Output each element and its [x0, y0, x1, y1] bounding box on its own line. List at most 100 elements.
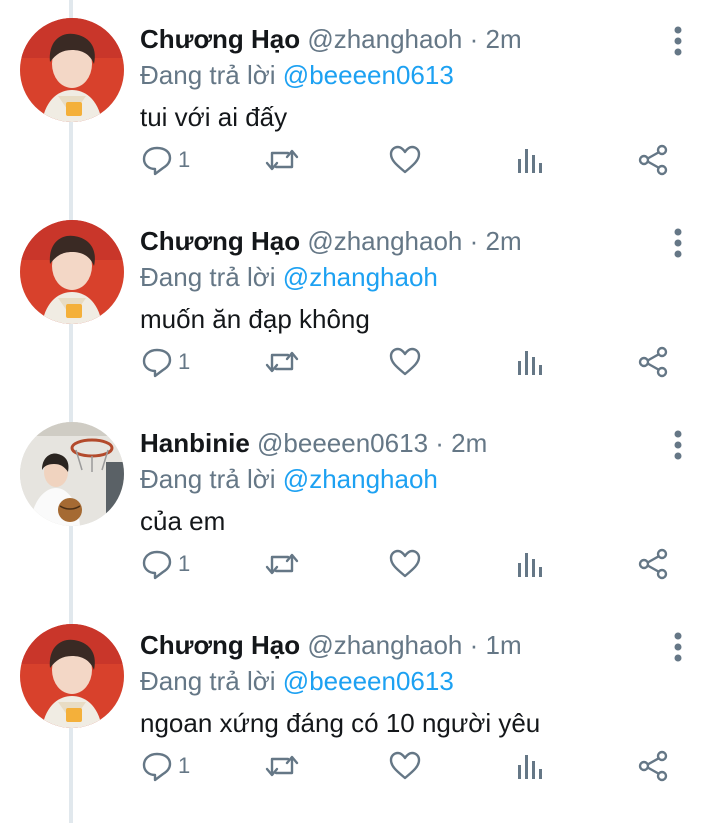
heart-icon: [389, 751, 421, 780]
analytics-icon: [518, 149, 542, 173]
avatar[interactable]: [20, 624, 124, 728]
share-button[interactable]: [636, 342, 670, 382]
separator-dot: ·: [469, 24, 479, 54]
more-vertical-icon: [674, 632, 682, 662]
timestamp[interactable]: 2m: [486, 24, 522, 54]
share-icon: [638, 548, 668, 580]
analytics-icon: [518, 553, 542, 577]
tweet-actions: 1: [0, 544, 720, 584]
separator-dot: ·: [469, 630, 479, 660]
retweet-button[interactable]: [264, 342, 300, 382]
user-handle[interactable]: @beeeen0613: [257, 428, 428, 458]
reply-icon: [142, 752, 172, 782]
timestamp[interactable]: 2m: [451, 428, 487, 458]
retweet-button[interactable]: [264, 140, 300, 180]
tweet-item[interactable]: Hanbinie @beeeen0613 · 2m Đang trả lời @…: [0, 404, 720, 606]
display-name[interactable]: Hanbinie: [140, 428, 250, 458]
replying-to: Đang trả lời @zhanghaoh: [140, 462, 438, 496]
tweet-text: ngoan xứng đáng có 10 người yêu: [140, 708, 541, 738]
reply-icon: [142, 146, 172, 176]
user-handle[interactable]: @zhanghaoh: [307, 24, 462, 54]
retweet-icon: [265, 351, 299, 373]
share-button[interactable]: [636, 140, 670, 180]
heart-icon: [389, 347, 421, 376]
display-name[interactable]: Chương Hạo: [140, 24, 300, 54]
replying-to: Đang trả lời @zhanghaoh: [140, 260, 438, 294]
tweet-item[interactable]: Chương Hạo @zhanghaoh · 1m Đang trả lời …: [0, 606, 720, 808]
tweet-item[interactable]: Chương Hạo @zhanghaoh · 2m Đang trả lời …: [0, 0, 720, 202]
analytics-button[interactable]: [514, 746, 546, 786]
avatar[interactable]: [20, 220, 124, 324]
reply-button[interactable]: 1: [140, 342, 190, 382]
reply-count: 1: [178, 349, 191, 374]
more-options-button[interactable]: [664, 24, 692, 58]
replying-to: Đang trả lời @beeeen0613: [140, 664, 454, 698]
separator-dot: ·: [435, 428, 444, 458]
analytics-button[interactable]: [514, 342, 546, 382]
tweet-header: Hanbinie @beeeen0613 · 2m: [140, 426, 487, 460]
separator-dot: ·: [469, 226, 479, 256]
timestamp[interactable]: 2m: [486, 226, 522, 256]
reply-icon: [142, 348, 172, 378]
tweet-text: tui với ai đấy: [140, 102, 288, 132]
analytics-icon: [518, 351, 542, 375]
tweet-actions: 1: [0, 342, 720, 382]
like-button[interactable]: [388, 746, 422, 786]
share-button[interactable]: [636, 544, 670, 584]
replying-to-label: Đang trả lời: [140, 666, 276, 696]
more-vertical-icon: [674, 26, 682, 56]
display-name[interactable]: Chương Hạo: [140, 226, 300, 256]
like-button[interactable]: [388, 342, 422, 382]
more-options-button[interactable]: [664, 630, 692, 664]
avatar[interactable]: [20, 18, 124, 122]
tweet-header: Chương Hạo @zhanghaoh · 2m: [140, 224, 522, 258]
retweet-button[interactable]: [264, 544, 300, 584]
reply-count: 1: [178, 147, 191, 172]
analytics-button[interactable]: [514, 544, 546, 584]
retweet-icon: [265, 553, 299, 575]
replying-to-label: Đang trả lời: [140, 262, 276, 292]
user-handle[interactable]: @zhanghaoh: [307, 226, 462, 256]
like-button[interactable]: [388, 544, 422, 584]
more-vertical-icon: [674, 228, 682, 258]
mention-link[interactable]: @zhanghaoh: [283, 262, 438, 292]
reply-button[interactable]: 1: [140, 746, 190, 786]
more-options-button[interactable]: [664, 428, 692, 462]
tweet-text: muốn ăn đạp không: [140, 304, 370, 334]
tweet-text: của em: [140, 506, 226, 536]
heart-icon: [389, 549, 421, 578]
share-icon: [638, 750, 668, 782]
display-name[interactable]: Chương Hạo: [140, 630, 300, 660]
tweet-item[interactable]: Chương Hạo @zhanghaoh · 2m Đang trả lời …: [0, 202, 720, 404]
reply-icon: [142, 550, 172, 580]
retweet-button[interactable]: [264, 746, 300, 786]
tweet-header: Chương Hạo @zhanghaoh · 1m: [140, 628, 522, 662]
mention-link[interactable]: @zhanghaoh: [283, 464, 438, 494]
analytics-icon: [518, 755, 542, 779]
replying-to: Đang trả lời @beeeen0613: [140, 58, 454, 92]
tweet-header: Chương Hạo @zhanghaoh · 2m: [140, 22, 522, 56]
heart-icon: [389, 145, 421, 174]
more-vertical-icon: [674, 430, 682, 460]
replying-to-label: Đang trả lời: [140, 464, 276, 494]
reply-button[interactable]: 1: [140, 140, 190, 180]
tweet-actions: 1: [0, 746, 720, 786]
more-options-button[interactable]: [664, 226, 692, 260]
retweet-icon: [265, 149, 299, 171]
tweet-actions: 1: [0, 140, 720, 180]
replying-to-label: Đang trả lời: [140, 60, 276, 90]
mention-link[interactable]: @beeeen0613: [283, 666, 454, 696]
reply-count: 1: [178, 551, 191, 576]
retweet-icon: [265, 755, 299, 777]
share-icon: [638, 144, 668, 176]
timestamp[interactable]: 1m: [486, 630, 522, 660]
share-icon: [638, 346, 668, 378]
like-button[interactable]: [388, 140, 422, 180]
analytics-button[interactable]: [514, 140, 546, 180]
mention-link[interactable]: @beeeen0613: [283, 60, 454, 90]
reply-button[interactable]: 1: [140, 544, 190, 584]
user-handle[interactable]: @zhanghaoh: [307, 630, 462, 660]
reply-count: 1: [178, 753, 191, 778]
avatar[interactable]: [20, 422, 124, 526]
share-button[interactable]: [636, 746, 670, 786]
